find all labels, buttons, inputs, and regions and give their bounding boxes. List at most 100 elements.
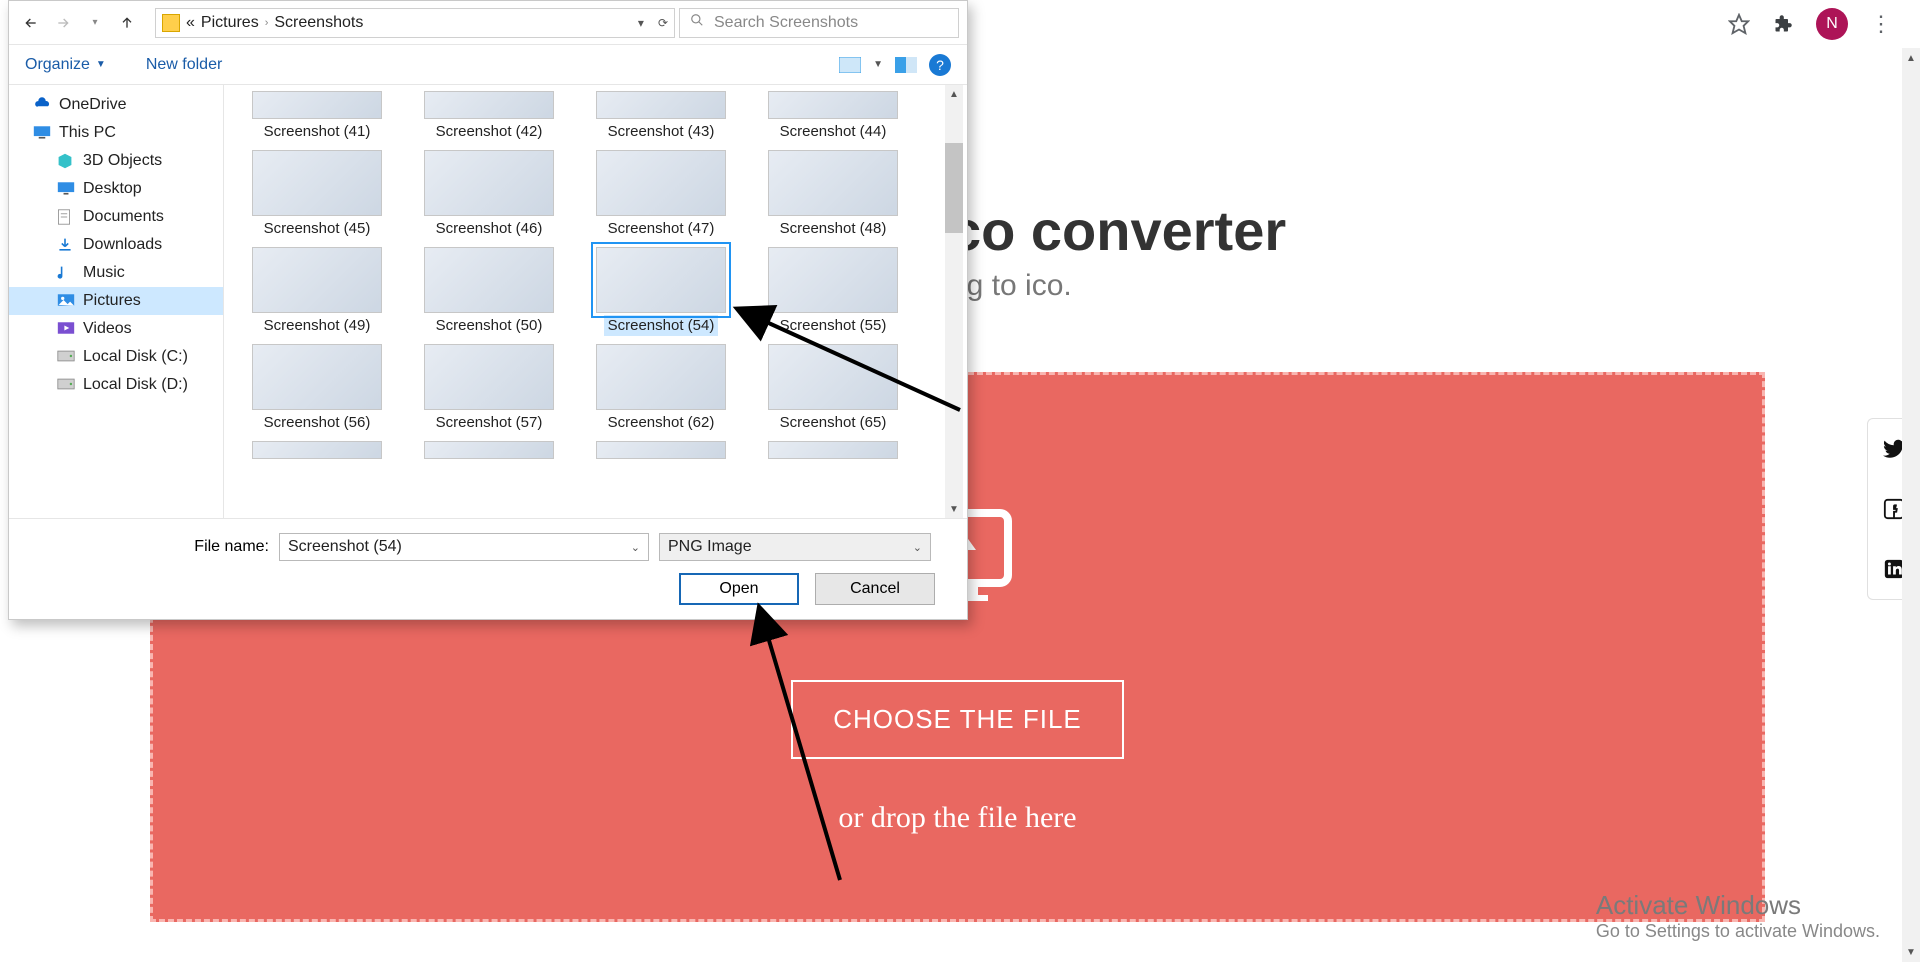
file-item[interactable]: Screenshot (41) xyxy=(238,91,396,142)
file-label: Screenshot (43) xyxy=(604,121,719,142)
file-label: Screenshot (50) xyxy=(432,315,547,336)
file-thumbnail xyxy=(596,247,726,313)
new-folder-button[interactable]: New folder xyxy=(146,56,222,74)
file-thumbnail xyxy=(424,91,554,119)
refresh-icon[interactable]: ⟳ xyxy=(658,16,668,30)
file-label: Screenshot (42) xyxy=(432,121,547,142)
file-label: Screenshot (65) xyxy=(776,412,891,433)
tree-item-desktop[interactable]: Desktop xyxy=(9,175,223,203)
nav-up-button[interactable] xyxy=(113,9,141,37)
folder-icon xyxy=(162,14,180,32)
tree-item-documents[interactable]: Documents xyxy=(9,203,223,231)
tree-item-local-disk-c-[interactable]: Local Disk (C:) xyxy=(9,343,223,371)
choose-file-button[interactable]: CHOOSE THE FILE xyxy=(791,680,1124,759)
file-item[interactable]: Screenshot (55) xyxy=(754,247,912,336)
file-item[interactable]: Screenshot (42) xyxy=(410,91,568,142)
nav-recent-dropdown[interactable]: ▾ xyxy=(81,9,109,37)
file-item[interactable]: Screenshot (56) xyxy=(238,344,396,433)
scroll-down-icon[interactable]: ▼ xyxy=(945,500,963,518)
disk-icon xyxy=(57,349,75,365)
file-label: Screenshot (56) xyxy=(260,412,375,433)
star-icon[interactable] xyxy=(1728,13,1750,35)
filetype-value: PNG Image xyxy=(668,538,752,556)
tree-item-this-pc[interactable]: This PC xyxy=(9,119,223,147)
scroll-up-icon[interactable]: ▲ xyxy=(1902,48,1920,68)
tree-item-3d-objects[interactable]: 3D Objects xyxy=(9,147,223,175)
file-item[interactable]: Screenshot (45) xyxy=(238,150,396,239)
extensions-icon[interactable] xyxy=(1772,13,1794,35)
file-label: Screenshot (55) xyxy=(776,315,891,336)
nav-forward-button[interactable] xyxy=(49,9,77,37)
tree-item-pictures[interactable]: Pictures xyxy=(9,287,223,315)
file-item[interactable]: Screenshot (50) xyxy=(410,247,568,336)
page-scrollbar[interactable]: ▲ ▼ xyxy=(1902,48,1920,962)
file-thumbnail xyxy=(252,150,382,216)
file-thumbnail xyxy=(596,344,726,410)
file-item[interactable]: Screenshot (62) xyxy=(582,344,740,433)
filename-input[interactable]: Screenshot (54) ⌄ xyxy=(279,533,649,561)
scroll-up-icon[interactable]: ▲ xyxy=(945,85,963,103)
file-item[interactable]: Screenshot (57) xyxy=(410,344,568,433)
tree-item-label: OneDrive xyxy=(59,96,127,114)
search-box[interactable]: Search Screenshots xyxy=(679,8,959,38)
file-item[interactable]: Screenshot (46) xyxy=(410,150,568,239)
tree-item-label: Local Disk (D:) xyxy=(83,376,188,394)
file-item[interactable] xyxy=(410,441,568,459)
file-thumbnail xyxy=(596,441,726,459)
tree-item-videos[interactable]: Videos xyxy=(9,315,223,343)
preview-pane-button[interactable] xyxy=(895,54,917,76)
tree-item-onedrive[interactable]: OneDrive xyxy=(9,91,223,119)
desktop-icon xyxy=(57,181,75,197)
tree-item-local-disk-d-[interactable]: Local Disk (D:) xyxy=(9,371,223,399)
organize-label: Organize xyxy=(25,56,90,74)
file-label: Screenshot (57) xyxy=(432,412,547,433)
tree-item-music[interactable]: Music xyxy=(9,259,223,287)
help-icon[interactable]: ? xyxy=(929,54,951,76)
file-thumbnail xyxy=(596,150,726,216)
file-list-scrollbar[interactable]: ▲ ▼ xyxy=(945,85,963,518)
file-item[interactable] xyxy=(238,441,396,459)
file-thumbnail xyxy=(768,150,898,216)
file-item[interactable]: Screenshot (44) xyxy=(754,91,912,142)
dropdown-icon[interactable]: ⌄ xyxy=(913,541,922,554)
file-item[interactable]: Screenshot (48) xyxy=(754,150,912,239)
file-thumbnail xyxy=(424,150,554,216)
folder-tree[interactable]: OneDrive This PC 3D Objects Desktop Docu… xyxy=(9,85,224,518)
file-label: Screenshot (48) xyxy=(776,218,891,239)
dropdown-icon[interactable]: ⌄ xyxy=(631,541,640,554)
filetype-select[interactable]: PNG Image ⌄ xyxy=(659,533,931,561)
menu-icon[interactable]: ⋮ xyxy=(1870,11,1892,37)
file-item[interactable]: Screenshot (43) xyxy=(582,91,740,142)
cancel-button[interactable]: Cancel xyxy=(815,573,935,605)
file-item[interactable]: Screenshot (65) xyxy=(754,344,912,433)
file-item[interactable]: Screenshot (54) xyxy=(582,247,740,336)
breadcrumb-part2[interactable]: Screenshots xyxy=(274,14,363,32)
scroll-thumb[interactable] xyxy=(945,143,963,233)
file-label: Screenshot (49) xyxy=(260,315,375,336)
tree-item-downloads[interactable]: Downloads xyxy=(9,231,223,259)
activate-windows-watermark: Activate Windows Go to Settings to activ… xyxy=(1596,890,1880,942)
file-list[interactable]: Screenshot (41) Screenshot (42) Screensh… xyxy=(224,85,967,518)
nav-back-button[interactable] xyxy=(17,9,45,37)
view-mode-caret-icon[interactable]: ▼ xyxy=(873,59,883,70)
breadcrumb-dropdown-icon[interactable]: ▾ xyxy=(638,16,644,30)
breadcrumb-bar[interactable]: « Pictures › Screenshots ▾ ⟳ xyxy=(155,8,675,38)
breadcrumb-part1[interactable]: Pictures xyxy=(201,14,259,32)
pictures-icon xyxy=(57,293,75,309)
tree-item-label: Local Disk (C:) xyxy=(83,348,188,366)
avatar-letter: N xyxy=(1826,15,1838,33)
profile-avatar[interactable]: N xyxy=(1816,8,1848,40)
scroll-down-icon[interactable]: ▼ xyxy=(1902,942,1920,962)
file-item[interactable]: Screenshot (49) xyxy=(238,247,396,336)
view-mode-button[interactable] xyxy=(839,54,861,76)
drop-hint: or drop the file here xyxy=(838,801,1076,835)
organize-menu[interactable]: Organize ▼ xyxy=(25,56,106,74)
file-thumbnail xyxy=(768,247,898,313)
filename-value: Screenshot (54) xyxy=(288,538,402,556)
tree-item-label: Downloads xyxy=(83,236,162,254)
file-item[interactable]: Screenshot (47) xyxy=(582,150,740,239)
file-item[interactable] xyxy=(754,441,912,459)
file-item[interactable] xyxy=(582,441,740,459)
open-button[interactable]: Open xyxy=(679,573,799,605)
cube-icon xyxy=(57,153,75,169)
